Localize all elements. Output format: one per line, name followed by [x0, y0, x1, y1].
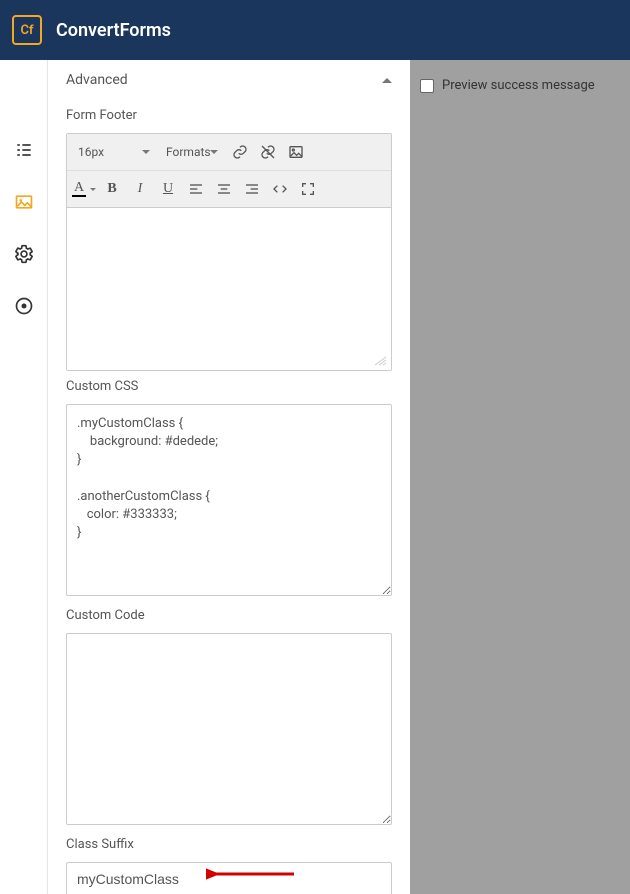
custom-code-input[interactable] [66, 633, 392, 825]
font-size-select[interactable]: 16px [71, 141, 157, 163]
align-center-button[interactable] [211, 177, 237, 201]
custom-css-input[interactable] [66, 404, 392, 596]
accordion-advanced[interactable]: Advanced [48, 60, 410, 100]
class-suffix-input[interactable] [66, 862, 392, 894]
custom-code-label: Custom Code [66, 608, 392, 623]
rail-submit-icon[interactable] [14, 296, 34, 320]
fullscreen-button[interactable] [295, 177, 321, 201]
editor-toolbar: 16px Formats [67, 134, 391, 208]
image-button[interactable] [283, 140, 309, 164]
rich-text-editor: 16px Formats [66, 133, 392, 371]
accordion-title: Advanced [66, 72, 128, 88]
italic-button[interactable]: I [127, 177, 153, 201]
left-rail [0, 60, 48, 894]
text-color-button[interactable]: A [71, 177, 97, 201]
preview-success-checkbox[interactable] [420, 79, 434, 93]
code-button[interactable] [267, 177, 293, 201]
link-button[interactable] [227, 140, 253, 164]
chevron-up-icon [382, 78, 392, 83]
custom-css-label: Custom CSS [66, 379, 392, 394]
bold-button[interactable]: B [99, 177, 125, 201]
formats-select[interactable]: Formats [159, 141, 225, 163]
editor-content[interactable] [67, 208, 391, 370]
top-bar: Cf ConvertForms [0, 0, 630, 60]
form-footer-label: Form Footer [66, 108, 392, 123]
align-right-button[interactable] [239, 177, 265, 201]
class-suffix-label: Class Suffix [66, 837, 392, 852]
resize-handle-icon[interactable] [373, 356, 387, 366]
align-left-button[interactable] [183, 177, 209, 201]
preview-success-label: Preview success message [442, 78, 595, 93]
underline-button[interactable]: U [155, 177, 181, 201]
rail-fields-icon[interactable] [14, 140, 34, 164]
brand-name: ConvertForms [56, 20, 171, 41]
rail-settings-icon[interactable] [14, 244, 34, 268]
rail-design-icon[interactable] [14, 192, 34, 216]
unlink-button[interactable] [255, 140, 281, 164]
preview-success-toggle[interactable]: Preview success message [420, 78, 620, 93]
logo: Cf [12, 15, 42, 45]
preview-column: Preview success message [410, 60, 630, 894]
